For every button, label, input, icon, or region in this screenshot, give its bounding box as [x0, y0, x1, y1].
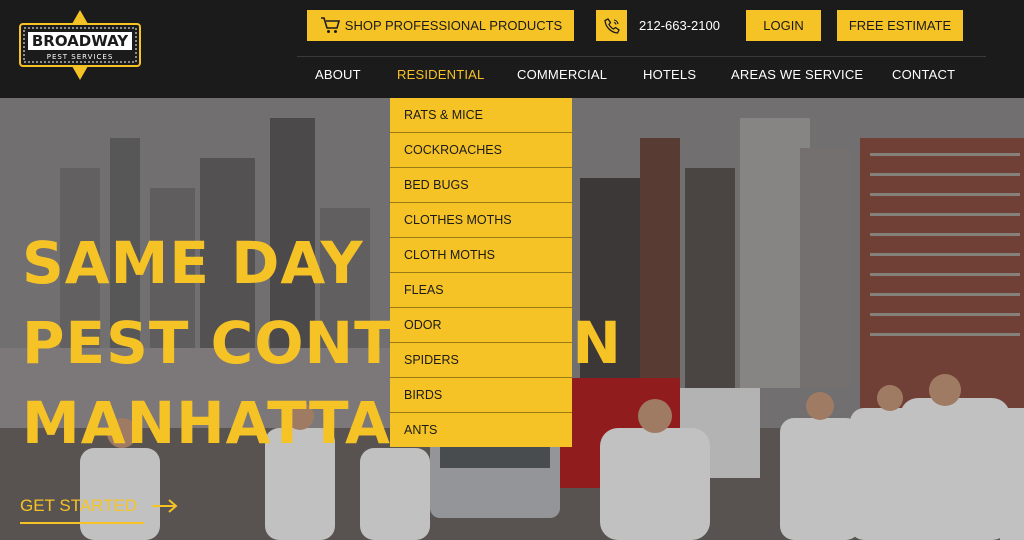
shop-products-label: SHOP PROFESSIONAL PRODUCTS [344, 18, 563, 33]
nav-about[interactable]: ABOUT [315, 67, 361, 82]
dropdown-item-cockroaches[interactable]: COCKROACHES [390, 133, 572, 168]
site-header: BROADWAY PEST SERVICES SHOP PROFESSIONAL… [0, 0, 1024, 98]
arrow-right-icon [152, 499, 178, 513]
dropdown-item-cloth-moths[interactable]: CLOTH MOTHS [390, 238, 572, 273]
dropdown-item-birds[interactable]: BIRDS [390, 378, 572, 413]
get-started-link[interactable]: GET STARTED [20, 496, 137, 516]
get-started-underline [20, 522, 144, 524]
shop-products-button[interactable]: SHOP PROFESSIONAL PRODUCTS [307, 10, 574, 41]
dropdown-item-ants[interactable]: ANTS [390, 413, 572, 447]
residential-dropdown-menu: RATS & MICE COCKROACHES BED BUGS CLOTHES… [390, 98, 572, 447]
hero-heading-line-1: SAME DAY [22, 229, 364, 297]
nav-areas-we-service[interactable]: AREAS WE SERVICE [731, 67, 863, 82]
dropdown-item-spiders[interactable]: SPIDERS [390, 343, 572, 378]
hero-heading-line-3: MANHATTAN [22, 389, 441, 457]
dropdown-item-bed-bugs[interactable]: BED BUGS [390, 168, 572, 203]
dropdown-item-rats-mice[interactable]: RATS & MICE [390, 98, 572, 133]
cart-icon [321, 17, 341, 33]
phone-icon-button[interactable] [596, 10, 627, 41]
dropdown-item-clothes-moths[interactable]: CLOTHES MOTHS [390, 203, 572, 238]
nav-hotels[interactable]: HOTELS [643, 67, 696, 82]
dropdown-item-fleas[interactable]: FLEAS [390, 273, 572, 308]
logo-text-top: BROADWAY [32, 32, 129, 50]
broadway-logo[interactable]: BROADWAY PEST SERVICES [16, 10, 144, 80]
nav-residential[interactable]: RESIDENTIAL [397, 67, 484, 82]
free-estimate-button[interactable]: FREE ESTIMATE [837, 10, 963, 41]
nav-commercial[interactable]: COMMERCIAL [517, 67, 607, 82]
phone-icon [603, 17, 620, 34]
nav-divider [297, 56, 986, 57]
login-button[interactable]: LOGIN [746, 10, 821, 41]
phone-number-link[interactable]: 212-663-2100 [639, 18, 720, 33]
dropdown-item-odor[interactable]: ODOR [390, 308, 572, 343]
logo-text-bottom: PEST SERVICES [47, 53, 114, 61]
nav-contact[interactable]: CONTACT [892, 67, 955, 82]
